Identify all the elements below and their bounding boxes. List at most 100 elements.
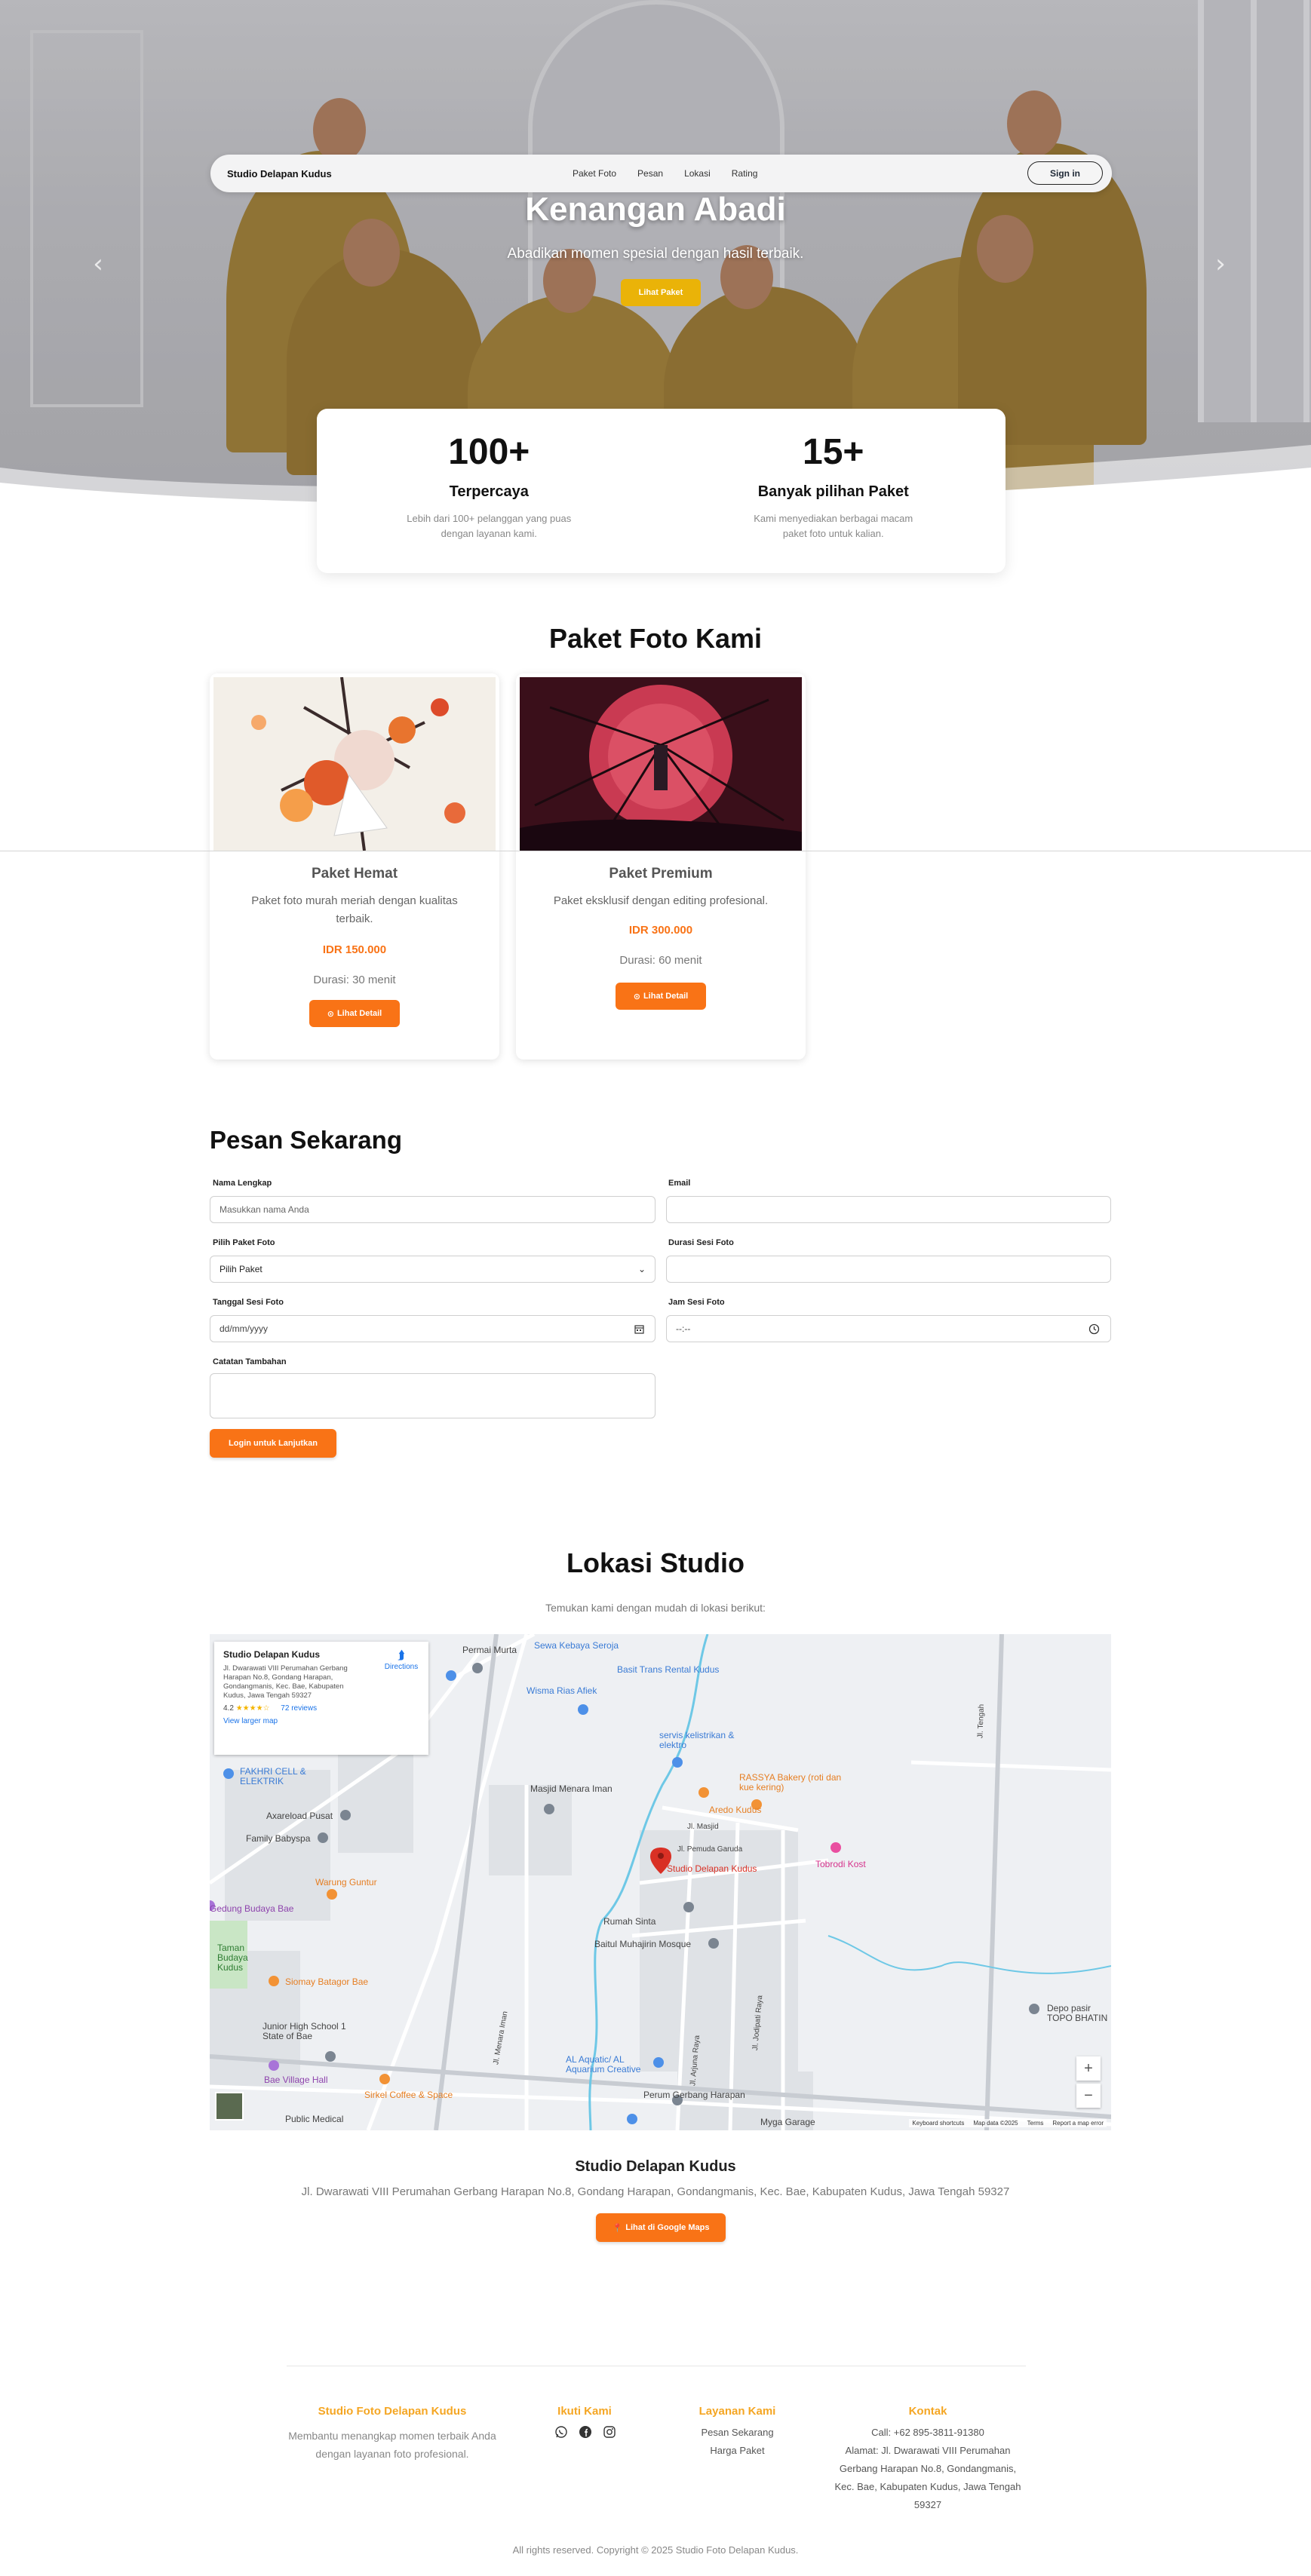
- stat-desc: Kami menyediakan berbagai macam paket fo…: [754, 513, 913, 539]
- footer-about-title: Studio Foto Delapan Kudus: [318, 2405, 467, 2418]
- stat-label: Terpercaya: [449, 483, 529, 500]
- facebook-icon[interactable]: [579, 2425, 592, 2439]
- login-continue-button[interactable]: Login untuk Lanjutkan: [210, 1429, 336, 1458]
- star-rating-icon: ★★★★☆: [235, 1704, 270, 1713]
- map-rating: 4.2: [223, 1704, 234, 1713]
- map-place-label: Baitul Muhajirin Mosque: [594, 1939, 692, 1949]
- footer-services-title: Layanan Kami: [698, 2405, 776, 2418]
- email-input[interactable]: [666, 1196, 1111, 1223]
- package-desc: Paket foto murah meriah dengan kualitas …: [251, 894, 458, 925]
- package-detail-label: Lihat Detail: [336, 1009, 382, 1018]
- date-value: dd/mm/yyyy: [220, 1323, 269, 1334]
- terms-link[interactable]: Terms: [1027, 2120, 1044, 2127]
- nav-link-lokasi[interactable]: Lokasi: [684, 168, 711, 179]
- package-artwork-hemat: [213, 677, 496, 851]
- hero-lihat-paket-button[interactable]: Lihat Paket: [621, 279, 701, 306]
- chevron-down-icon: ⌄: [637, 1264, 646, 1274]
- nav-link-rating[interactable]: Rating: [732, 168, 758, 179]
- footer-service-link[interactable]: Harga Paket: [679, 2442, 796, 2460]
- nav-link-paket-foto[interactable]: Paket Foto: [573, 168, 616, 179]
- duration-label: Durasi Sesi Foto: [668, 1238, 734, 1247]
- package-name: Paket Premium: [609, 866, 713, 882]
- studio-name: Studio Delapan Kudus: [575, 2158, 736, 2175]
- map-place-label: AL Aquatic/ AL Aquarium Creative: [566, 2054, 641, 2075]
- map-marker-icon: 📍: [612, 2223, 623, 2233]
- package-price: IDR 300.000: [628, 924, 693, 937]
- google-maps-label: Lihat di Google Maps: [625, 2223, 710, 2232]
- nav-link-pesan[interactable]: Pesan: [637, 168, 663, 179]
- package-image: [520, 677, 802, 851]
- navbar: Studio Delapan Kudus Paket Foto Pesan Lo…: [210, 155, 1112, 192]
- map-road-label: Jl. Tengah: [976, 1704, 986, 1739]
- map-place-label: Bae Village Hall: [264, 2075, 328, 2085]
- map-reviews-link[interactable]: 72 reviews: [281, 1704, 317, 1713]
- footer-about-text: Membantu menangkap momen terbaik Anda de…: [288, 2430, 496, 2460]
- map-info-address: Jl. Dwarawati VIII Perumahan Gerbang Har…: [223, 1664, 348, 1700]
- map-place-label: Family Babyspa: [246, 1833, 311, 1844]
- map-place-label: Public Medical: [285, 2114, 344, 2124]
- package-name: Paket Hemat: [311, 866, 398, 882]
- studio-address: Jl. Dwarawati VIII Perumahan Gerbang Har…: [301, 2185, 1010, 2198]
- map-place-label: Axareload Pusat: [266, 1811, 333, 1821]
- map-place-label: Myga Garage: [760, 2117, 815, 2127]
- map-place-label: Masjid Menara Iman: [530, 1783, 613, 1794]
- package-card-premium: Paket Premium Paket eksklusif dengan edi…: [516, 673, 806, 1060]
- instagram-icon[interactable]: [603, 2425, 616, 2439]
- location-title: Lokasi Studio: [566, 1547, 745, 1578]
- package-duration: Durasi: 30 menit: [313, 974, 396, 986]
- nav-links: Paket Foto Pesan Lokasi Rating: [573, 168, 757, 179]
- notes-label: Catatan Tambahan: [213, 1357, 287, 1366]
- package-desc: Paket eksklusif dengan editing profesion…: [553, 894, 769, 907]
- signin-button[interactable]: Sign in: [1027, 161, 1103, 185]
- map-place-label: Rumah Sinta: [603, 1916, 656, 1927]
- map-embed[interactable]: Permai Murta Sewa Kebaya Seroja Basit Tr…: [210, 1634, 1111, 2130]
- package-duration: Durasi: 60 menit: [619, 954, 702, 967]
- whatsapp-icon[interactable]: [554, 2425, 568, 2439]
- google-maps-button[interactable]: 📍 Lihat di Google Maps: [596, 2213, 726, 2242]
- package-detail-button[interactable]: ⊙ Lihat Detail: [309, 1000, 400, 1027]
- map-info-card: Studio Delapan Kudus Jl. Dwarawati VIII …: [214, 1642, 428, 1755]
- stat-desc: Lebih dari 100+ pelanggan yang puas deng…: [407, 513, 572, 539]
- booking-title: Pesan Sekarang: [210, 1126, 402, 1154]
- calendar-icon[interactable]: [634, 1324, 644, 1334]
- zoom-in-button[interactable]: +: [1076, 2056, 1101, 2081]
- name-input[interactable]: Masukkan nama Anda: [210, 1196, 656, 1223]
- time-input[interactable]: --:--: [666, 1315, 1111, 1342]
- keyboard-shortcuts-link[interactable]: Keyboard shortcuts: [912, 2120, 964, 2127]
- eye-icon: ⊙: [633, 992, 640, 1001]
- stat-number: 100+: [448, 432, 530, 472]
- footer-service-link[interactable]: Pesan Sekarang: [679, 2424, 796, 2442]
- map-place-label: RASSYA Bakery (roti dan kue kering): [739, 1772, 842, 1792]
- map-place-label: Junior High School 1 State of Bae: [263, 2021, 346, 2041]
- stat-item: 100+ Terpercaya Lebih dari 100+ pelangga…: [317, 409, 662, 573]
- brand-logo[interactable]: Studio Delapan Kudus: [227, 168, 332, 179]
- time-label: Jam Sesi Foto: [668, 1298, 725, 1307]
- date-input[interactable]: dd/mm/yyyy: [210, 1315, 656, 1342]
- package-detail-button[interactable]: ⊙ Lihat Detail: [616, 983, 706, 1010]
- copyright-text: All rights reserved. Copyright © 2025 St…: [512, 2544, 799, 2556]
- footer-contact-title: Kontak: [908, 2405, 947, 2418]
- package-select-value: Pilih Paket: [220, 1264, 263, 1274]
- notes-textarea[interactable]: [210, 1373, 656, 1418]
- map-place-label: Basit Trans Rental Kudus: [617, 1664, 720, 1675]
- location-subtitle: Temukan kami dengan mudah di lokasi beri…: [545, 1602, 766, 1614]
- clock-icon[interactable]: [1088, 1323, 1100, 1335]
- map-pin-label: Studio Delapan Kudus: [667, 1863, 757, 1874]
- duration-input[interactable]: [666, 1256, 1111, 1283]
- package-select[interactable]: Pilih Paket ⌄: [210, 1256, 656, 1283]
- map-place-label: Taman Budaya Kudus: [217, 1943, 248, 1973]
- package-card-hemat: Paket Hemat Paket foto murah meriah deng…: [210, 673, 499, 1060]
- map-place-label: FAKHRI CELL & ELEKTRIK: [240, 1766, 306, 1786]
- directions-icon: ⮭: [398, 1649, 405, 1662]
- stat-number: 15+: [803, 432, 864, 472]
- directions-button[interactable]: ⮭ Directions: [379, 1649, 424, 1671]
- view-larger-map-link[interactable]: View larger map: [223, 1717, 419, 1725]
- zoom-out-button[interactable]: −: [1076, 2084, 1101, 2108]
- map-place-label: Siomay Batagor Bae: [285, 1976, 369, 1987]
- time-value: --:--: [676, 1323, 691, 1334]
- report-error-link[interactable]: Report a map error: [1052, 2120, 1104, 2127]
- hero-subtitle: Abadikan momen spesial dengan hasil terb…: [507, 246, 804, 262]
- map-place-label: Tobrodi Kost: [815, 1859, 866, 1869]
- map-road-label: Jl. Pemuda Garuda: [677, 1845, 743, 1854]
- stat-item: 15+ Banyak pilihan Paket Kami menyediaka…: [662, 409, 1006, 573]
